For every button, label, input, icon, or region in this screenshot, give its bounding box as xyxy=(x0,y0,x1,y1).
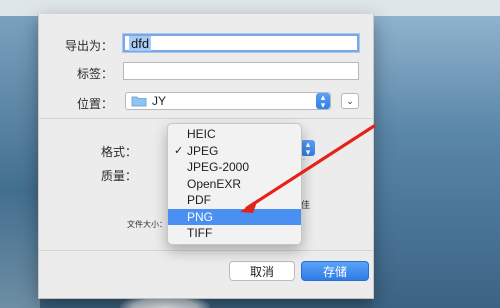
format-menu: HEIC ✓ JPEG JPEG-2000 OpenEXR PDF PNG TI… xyxy=(167,123,302,245)
location-label: 位置： xyxy=(76,97,113,111)
menu-item-jpeg-2000[interactable]: JPEG-2000 xyxy=(168,159,301,176)
menu-item-heic[interactable]: HEIC xyxy=(168,126,301,143)
tags-field[interactable] xyxy=(123,62,359,80)
export-as-value: dfd xyxy=(129,35,152,51)
cancel-button[interactable]: 取消 xyxy=(229,261,295,281)
format-label: 格式： xyxy=(100,145,137,159)
tags-label: 标签： xyxy=(76,67,113,81)
checkmark-icon: ✓ xyxy=(174,144,184,157)
menu-item-pdf[interactable]: PDF xyxy=(168,192,301,209)
file-size-label: 文件大小： xyxy=(127,220,167,229)
menu-item-jpeg[interactable]: ✓ JPEG xyxy=(168,143,301,160)
location-popup[interactable]: JY ▴ ▾ xyxy=(125,92,331,110)
updown-chevron-icon: ▴ ▾ xyxy=(316,93,330,110)
menu-item-tiff[interactable]: TIFF xyxy=(168,225,301,242)
footer-divider xyxy=(39,250,373,251)
save-button[interactable]: 存储 xyxy=(301,261,369,281)
export-as-field[interactable]: dfd xyxy=(123,34,359,52)
chevron-down-icon: ⌄ xyxy=(346,95,354,106)
quality-label: 质量： xyxy=(100,169,137,183)
section-divider xyxy=(39,118,373,119)
desktop-wallpaper-right xyxy=(372,16,500,308)
menu-item-openexr[interactable]: OpenEXR xyxy=(168,176,301,193)
menu-item-png[interactable]: PNG xyxy=(168,208,301,225)
format-stepper-icon[interactable]: ▴ ▾ xyxy=(301,140,315,157)
desktop-wallpaper-left xyxy=(0,16,40,308)
expand-button[interactable]: ⌄ xyxy=(341,93,359,109)
folder-icon xyxy=(131,96,147,107)
location-value: JY xyxy=(152,94,167,108)
export-as-label: 导出为： xyxy=(64,39,113,53)
quality-max-label: 佳 xyxy=(301,200,311,210)
